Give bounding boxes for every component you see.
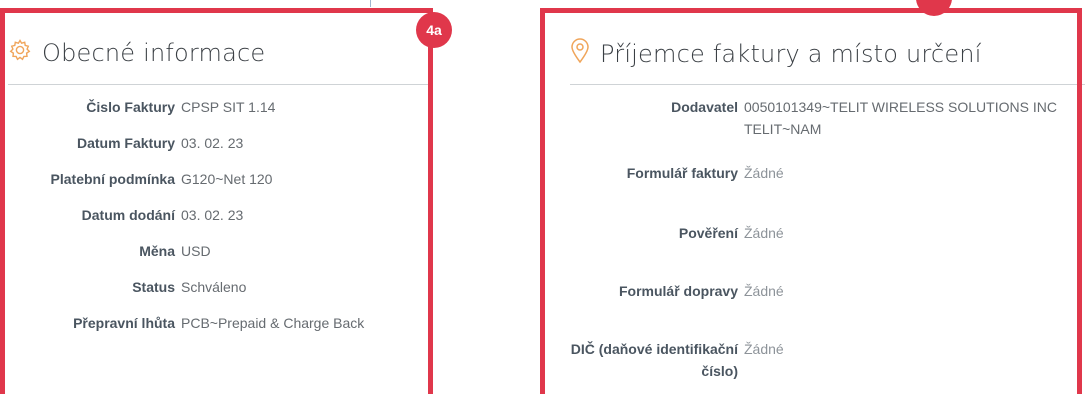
step-badge-4a: 4a bbox=[416, 12, 452, 48]
highlight-frame-recipient bbox=[540, 8, 1082, 394]
highlight-frame-general-info bbox=[0, 8, 433, 394]
invoice-detail-page: Obecné informace Čislo Faktury CPSP SIT … bbox=[0, 0, 1085, 394]
